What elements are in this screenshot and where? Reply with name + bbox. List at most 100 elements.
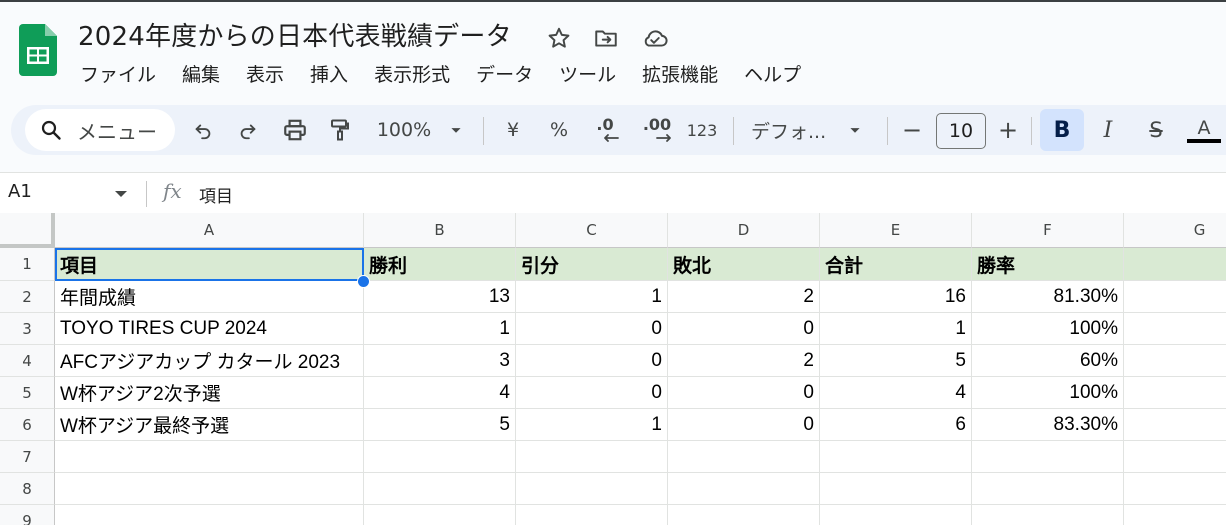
cell-f8[interactable] — [972, 473, 1124, 505]
row-header-4[interactable]: 4 — [0, 345, 55, 377]
zoom-select[interactable]: 100% — [373, 114, 471, 146]
cell-d9[interactable] — [668, 505, 820, 525]
cell-c9[interactable] — [516, 505, 668, 525]
cell-f2[interactable]: 81.30% — [972, 281, 1124, 313]
menu-extensions[interactable]: 拡張機能 — [634, 58, 726, 88]
cell-b2[interactable]: 13 — [364, 281, 516, 313]
cell-e6[interactable]: 6 — [820, 409, 972, 441]
cell-e7[interactable] — [820, 441, 972, 473]
cell-a1[interactable]: 項目 — [55, 248, 364, 281]
formula-input[interactable]: 項目 — [199, 182, 233, 207]
cell-f6[interactable]: 83.30% — [972, 409, 1124, 441]
column-header-c[interactable]: C — [516, 213, 668, 248]
cell-d5[interactable]: 0 — [668, 377, 820, 409]
print-button[interactable] — [278, 114, 312, 146]
cell-b3[interactable]: 1 — [364, 313, 516, 345]
cell-f9[interactable] — [972, 505, 1124, 525]
cell-g4[interactable] — [1124, 345, 1226, 377]
cell-a2[interactable]: 年間成績 — [55, 281, 364, 313]
cell-g8[interactable] — [1124, 473, 1226, 505]
cell-c6[interactable]: 1 — [516, 409, 668, 441]
currency-format-button[interactable]: ¥ — [499, 114, 527, 146]
menu-edit[interactable]: 編集 — [174, 58, 228, 88]
cell-c7[interactable] — [516, 441, 668, 473]
cell-g1[interactable] — [1124, 248, 1226, 281]
cell-a7[interactable] — [55, 441, 364, 473]
star-icon[interactable] — [545, 24, 573, 52]
cell-a8[interactable] — [55, 473, 364, 505]
italic-button[interactable]: I — [1093, 114, 1123, 146]
font-size-input[interactable]: 10 — [936, 113, 986, 149]
row-header-1[interactable]: 1 — [0, 248, 55, 281]
select-all-corner[interactable] — [0, 213, 55, 248]
google-sheets-logo-icon[interactable] — [19, 24, 57, 76]
bold-button[interactable]: B — [1040, 109, 1084, 151]
decrease-font-size-button[interactable]: − — [899, 114, 925, 146]
menu-file[interactable]: ファイル — [72, 58, 164, 88]
cloud-saved-icon[interactable] — [641, 24, 669, 52]
cell-g5[interactable] — [1124, 377, 1226, 409]
cell-d6[interactable]: 0 — [668, 409, 820, 441]
cell-b6[interactable]: 5 — [364, 409, 516, 441]
cell-e4[interactable]: 5 — [820, 345, 972, 377]
cell-b7[interactable] — [364, 441, 516, 473]
cell-b5[interactable]: 4 — [364, 377, 516, 409]
cell-a6[interactable]: W杯アジア最終予選 — [55, 409, 364, 441]
column-header-g[interactable]: G — [1124, 213, 1226, 248]
menu-search-button[interactable]: メニュー — [25, 109, 175, 151]
cell-d7[interactable] — [668, 441, 820, 473]
menu-tools[interactable]: ツール — [551, 58, 624, 88]
cell-f4[interactable]: 60% — [972, 345, 1124, 377]
cell-c3[interactable]: 0 — [516, 313, 668, 345]
cell-g2[interactable] — [1124, 281, 1226, 313]
undo-button[interactable] — [187, 114, 219, 146]
cell-d3[interactable]: 0 — [668, 313, 820, 345]
cell-c2[interactable]: 1 — [516, 281, 668, 313]
percent-format-button[interactable]: % — [545, 114, 573, 146]
cell-a3[interactable]: TOYO TIRES CUP 2024 — [55, 313, 364, 345]
cell-d2[interactable]: 2 — [668, 281, 820, 313]
column-header-f[interactable]: F — [972, 213, 1124, 248]
cell-g3[interactable] — [1124, 313, 1226, 345]
row-header-9[interactable]: 9 — [0, 505, 55, 525]
paint-format-button[interactable] — [324, 114, 356, 146]
cell-a9[interactable] — [55, 505, 364, 525]
row-header-6[interactable]: 6 — [0, 409, 55, 441]
column-header-e[interactable]: E — [820, 213, 972, 248]
column-header-b[interactable]: B — [364, 213, 516, 248]
decrease-decimal-button[interactable]: .0 — [589, 114, 621, 146]
row-header-5[interactable]: 5 — [0, 377, 55, 409]
cell-e9[interactable] — [820, 505, 972, 525]
name-box[interactable]: A1 — [8, 181, 32, 202]
fill-handle[interactable] — [357, 275, 370, 288]
menu-help[interactable]: ヘルプ — [736, 58, 809, 88]
document-title[interactable]: 2024年度からの日本代表戦績データ — [78, 16, 512, 53]
text-color-button[interactable]: A — [1187, 114, 1221, 146]
row-header-7[interactable]: 7 — [0, 441, 55, 473]
cell-f7[interactable] — [972, 441, 1124, 473]
cell-e3[interactable]: 1 — [820, 313, 972, 345]
menu-view[interactable]: 表示 — [238, 58, 292, 88]
row-header-8[interactable]: 8 — [0, 473, 55, 505]
cell-f5[interactable]: 100% — [972, 377, 1124, 409]
cell-a4[interactable]: AFCアジアカップ カタール 2023 — [55, 345, 364, 377]
menu-insert[interactable]: 挿入 — [302, 58, 356, 88]
cell-b4[interactable]: 3 — [364, 345, 516, 377]
cell-c4[interactable]: 0 — [516, 345, 668, 377]
row-header-3[interactable]: 3 — [0, 313, 55, 345]
cell-d4[interactable]: 2 — [668, 345, 820, 377]
cell-g7[interactable] — [1124, 441, 1226, 473]
cell-e8[interactable] — [820, 473, 972, 505]
cell-f3[interactable]: 100% — [972, 313, 1124, 345]
cell-f1[interactable]: 勝率 — [972, 248, 1124, 281]
cell-e2[interactable]: 16 — [820, 281, 972, 313]
cell-c1[interactable]: 引分 — [516, 248, 668, 281]
cell-e5[interactable]: 4 — [820, 377, 972, 409]
increase-font-size-button[interactable]: + — [995, 114, 1021, 146]
cell-c5[interactable]: 0 — [516, 377, 668, 409]
cell-b9[interactable] — [364, 505, 516, 525]
cell-b1[interactable]: 勝利 — [364, 248, 516, 281]
cell-d8[interactable] — [668, 473, 820, 505]
font-family-select[interactable]: デフォ... — [751, 114, 871, 146]
strikethrough-button[interactable]: S — [1141, 114, 1171, 146]
